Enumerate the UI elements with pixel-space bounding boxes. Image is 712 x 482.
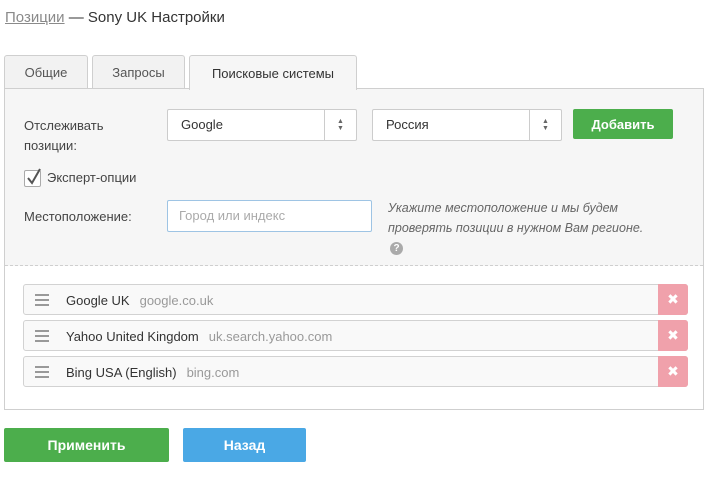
engine-name: Bing USA (English)	[66, 365, 177, 380]
engine-domain: uk.search.yahoo.com	[208, 329, 333, 344]
region-select-value: Россия	[386, 117, 429, 132]
updown-arrows-icon: ▲ ▼	[324, 110, 356, 140]
updown-arrows-icon: ▲ ▼	[529, 110, 561, 140]
title-separator: —	[64, 9, 88, 26]
tab-queries[interactable]: Запросы	[92, 55, 185, 89]
list-item[interactable]: Bing USA (English) bing.com ✖	[23, 356, 688, 387]
delete-icon[interactable]: ✖	[658, 356, 688, 387]
delete-icon[interactable]: ✖	[658, 320, 688, 351]
add-engine-form: Отслеживать позиции: Google ▲ ▼ Россия ▲ ▼…	[5, 89, 703, 266]
location-label: Местоположение:	[24, 209, 132, 224]
engine-domain: google.co.uk	[139, 293, 214, 308]
back-button[interactable]: Назад	[183, 428, 306, 462]
engine-select-value: Google	[181, 117, 223, 132]
engine-domain: bing.com	[186, 365, 240, 380]
location-hint: Укажите местоположение и мы будем провер…	[388, 201, 644, 256]
engine-name: Yahoo United Kingdom	[66, 329, 199, 344]
expert-options-checkbox[interactable]	[24, 168, 41, 187]
list-item[interactable]: Yahoo United Kingdom uk.search.yahoo.com …	[23, 320, 688, 351]
list-item[interactable]: Google UK google.co.uk ✖	[23, 284, 688, 315]
add-button[interactable]: Добавить	[573, 109, 673, 139]
help-icon[interactable]: ?	[390, 242, 403, 256]
drag-handle-icon[interactable]	[35, 330, 49, 342]
track-positions-label: Отслеживать позиции:	[24, 118, 104, 153]
expert-options-label: Эксперт-опции	[47, 170, 137, 185]
drag-handle-icon[interactable]	[35, 366, 49, 378]
apply-button[interactable]: Применить	[4, 428, 169, 462]
tab-general[interactable]: Общие	[4, 55, 88, 89]
tab-search-engines[interactable]: Поисковые системы	[189, 55, 357, 90]
delete-icon[interactable]: ✖	[658, 284, 688, 315]
engine-select[interactable]: Google ▲ ▼	[167, 109, 357, 141]
location-input[interactable]: Город или индекс	[167, 200, 372, 232]
breadcrumb-positions-link[interactable]: Позиции	[5, 9, 65, 26]
region-select[interactable]: Россия ▲ ▼	[372, 109, 562, 141]
project-title: Sony UK Настройки	[87, 9, 225, 26]
page-title: Позиции — Sony UK Настройки	[5, 9, 225, 26]
drag-handle-icon[interactable]	[35, 294, 49, 306]
search-engines-panel: Отслеживать позиции: Google ▲ ▼ Россия ▲ ▼…	[4, 88, 704, 410]
engine-name: Google UK	[66, 293, 130, 308]
checkmark-icon	[27, 168, 41, 185]
